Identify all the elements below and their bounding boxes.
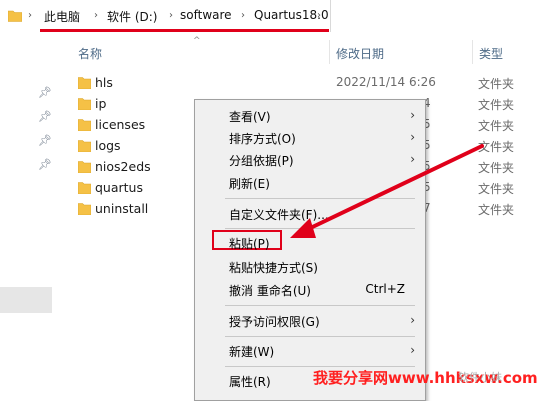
- chevron-right-icon[interactable]: ›: [317, 10, 321, 21]
- file-name: uninstall: [95, 201, 149, 216]
- file-type: 文件夹: [478, 161, 515, 175]
- pin-icon[interactable]: 📌︎: [38, 110, 52, 123]
- file-name: licenses: [95, 117, 146, 132]
- column-divider[interactable]: [329, 40, 330, 64]
- chevron-right-icon: ›: [410, 313, 415, 327]
- menu-item-grant-access[interactable]: 授予访问权限(G) ›: [195, 310, 425, 332]
- nav-pane-selected-item[interactable]: [0, 287, 52, 313]
- file-name: ip: [95, 96, 107, 111]
- pin-icon[interactable]: 📌︎: [38, 158, 52, 171]
- menu-separator: [225, 305, 415, 306]
- menu-separator: [225, 228, 415, 229]
- file-type: 文件夹: [478, 140, 515, 154]
- file-type: 文件夹: [478, 77, 515, 91]
- shortcut-text: Ctrl+Z: [365, 282, 405, 296]
- watermark-text: 我要分享网www.hhksxw.com: [313, 369, 538, 387]
- column-header-date[interactable]: 修改日期: [336, 45, 384, 62]
- menu-item-new[interactable]: 新建(W) ›: [195, 340, 425, 362]
- column-divider[interactable]: [472, 40, 473, 64]
- file-name: logs: [95, 138, 121, 153]
- folder-icon: [77, 139, 92, 155]
- folder-icon: [77, 202, 92, 218]
- chevron-right-icon[interactable]: ›: [28, 10, 32, 21]
- folder-icon: [7, 9, 23, 25]
- context-menu: 查看(V) › 排序方式(O) › 分组依据(P) › 刷新(E) 自定义文件夹…: [194, 99, 426, 401]
- chevron-right-icon[interactable]: ›: [94, 10, 98, 21]
- file-type: 文件夹: [478, 98, 515, 112]
- column-header-type[interactable]: 类型: [479, 45, 503, 62]
- chevron-right-icon[interactable]: ›: [169, 10, 173, 21]
- file-date: 2022/11/14 6:26: [336, 75, 436, 89]
- file-type: 文件夹: [478, 182, 515, 196]
- folder-icon: [77, 97, 92, 113]
- annotation-underline: [40, 29, 329, 32]
- file-row[interactable]: hls 2022/11/14 6:26 文件夹: [70, 73, 546, 94]
- menu-item-undo-rename[interactable]: 撤消 重命名(U) Ctrl+Z: [195, 279, 425, 301]
- chevron-right-icon: ›: [410, 130, 415, 144]
- pin-icon[interactable]: 📌︎: [38, 86, 52, 99]
- breadcrumb-drive-d[interactable]: 软件 (D:): [107, 8, 157, 25]
- menu-item-customize-folder[interactable]: 自定义文件夹(F)...: [195, 203, 425, 225]
- chevron-right-icon: ›: [410, 108, 415, 122]
- pin-icon[interactable]: 📌︎: [38, 134, 52, 147]
- divider: [330, 0, 331, 32]
- menu-separator: [225, 198, 415, 199]
- file-name: hls: [95, 75, 113, 90]
- folder-icon: [77, 181, 92, 197]
- menu-item-paste-shortcut[interactable]: 粘贴快捷方式(S): [195, 256, 425, 278]
- menu-item-refresh[interactable]: 刷新(E): [195, 172, 425, 194]
- file-name: quartus: [95, 180, 143, 195]
- menu-item-paste[interactable]: 粘贴(P): [195, 232, 425, 254]
- chevron-right-icon[interactable]: ›: [241, 10, 245, 21]
- chevron-right-icon: ›: [410, 343, 415, 357]
- folder-icon: [77, 76, 92, 92]
- chevron-right-icon: ›: [410, 152, 415, 166]
- folder-icon: [77, 118, 92, 134]
- menu-item-sort[interactable]: 排序方式(O) ›: [195, 127, 425, 149]
- column-header-name[interactable]: 名称: [78, 45, 102, 62]
- file-type: 文件夹: [478, 203, 515, 217]
- sort-up-icon: ^: [193, 36, 201, 46]
- watermark-tail: 软件小妹: [458, 371, 502, 384]
- menu-separator: [225, 336, 415, 337]
- address-bar[interactable]: › 此电脑 › 软件 (D:) › software › Quartus18.0…: [0, 0, 546, 32]
- menu-item-group[interactable]: 分组依据(P) ›: [195, 149, 425, 171]
- menu-item-view[interactable]: 查看(V) ›: [195, 105, 425, 127]
- folder-icon: [77, 160, 92, 176]
- breadcrumb-software[interactable]: software: [180, 8, 232, 22]
- breadcrumb-this-pc[interactable]: 此电脑: [44, 8, 80, 25]
- file-type: 文件夹: [478, 119, 515, 133]
- file-name: nios2eds: [95, 159, 151, 174]
